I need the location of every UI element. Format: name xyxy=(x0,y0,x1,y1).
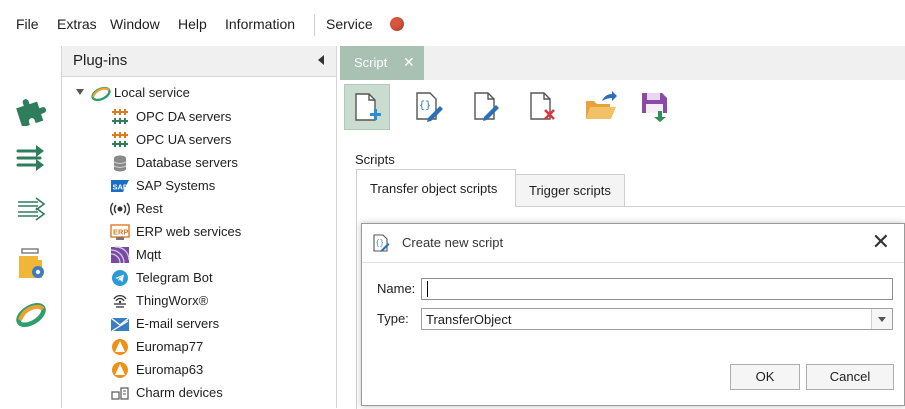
sap-icon: SAP xyxy=(110,177,130,195)
menu-separator xyxy=(314,14,315,36)
opc-ua-icon xyxy=(110,131,130,149)
svg-text:SAP: SAP xyxy=(113,183,128,192)
tree-item-label: ThingWorx® xyxy=(136,293,209,308)
tree-item-label: Telegram Bot xyxy=(136,270,213,285)
type-label: Type: xyxy=(377,311,409,326)
tree-item-label: SAP Systems xyxy=(136,178,216,193)
puzzle-icon[interactable] xyxy=(14,92,48,128)
cancel-button[interactable]: Cancel xyxy=(806,364,894,390)
new-script-icon xyxy=(355,93,381,121)
tree-item-label: Database servers xyxy=(136,155,238,170)
telegram-icon xyxy=(110,269,130,287)
svg-text:ERP: ERP xyxy=(113,228,128,237)
tree-item-label: Mqtt xyxy=(136,247,162,262)
script-code-icon: {} xyxy=(372,234,390,252)
new-script-button[interactable] xyxy=(344,84,390,130)
name-input[interactable] xyxy=(421,278,893,300)
ok-button[interactable]: OK xyxy=(730,364,800,390)
charm-icon xyxy=(110,384,130,402)
dialog-title: Create new script xyxy=(402,235,504,250)
text-caret xyxy=(427,281,428,297)
tree-item-label: Euromap77 xyxy=(136,339,204,354)
menu-service[interactable]: Service xyxy=(326,16,373,32)
edit-script-icon xyxy=(474,92,499,121)
create-new-script-dialog: {} Create new script ✕ Name: Type: Trans… xyxy=(361,223,905,406)
server-settings-icon[interactable] xyxy=(14,246,48,280)
tab-script[interactable]: Script ✕ xyxy=(340,46,424,80)
tree-item-label: Charm devices xyxy=(136,385,223,400)
chevron-down-icon[interactable] xyxy=(871,309,892,329)
menu-information[interactable]: Information xyxy=(225,16,295,32)
type-select[interactable]: TransferObject xyxy=(421,308,893,330)
delete-script-button[interactable] xyxy=(520,84,566,130)
svg-text:{}: {} xyxy=(376,240,384,248)
scripts-label: Scripts xyxy=(355,152,395,167)
plugins-pane-title: Plug-ins xyxy=(73,52,128,69)
save-button[interactable] xyxy=(632,84,678,130)
mqtt-icon xyxy=(110,246,130,264)
expand-arrow-icon[interactable] xyxy=(76,89,84,95)
menu-extras[interactable]: Extras xyxy=(57,16,97,32)
name-label: Name: xyxy=(377,281,416,296)
tree-item-label: Rest xyxy=(136,201,163,216)
dialog-title-bar: {} Create new script ✕ xyxy=(362,224,904,263)
thingworx-icon xyxy=(110,292,130,310)
menu-file[interactable]: File xyxy=(16,16,39,32)
plugins-pane: Plug-ins Local service OPC DA servers OP… xyxy=(61,46,337,408)
close-icon[interactable]: ✕ xyxy=(872,230,890,254)
edit-script-code-button[interactable]: {} xyxy=(406,84,452,130)
document-tab-bar: Script ✕ xyxy=(340,46,905,81)
euromap-icon xyxy=(110,361,130,379)
tab-trigger-scripts[interactable]: Trigger scripts xyxy=(515,174,625,207)
tree-item-label: OPC DA servers xyxy=(136,109,232,124)
email-icon xyxy=(110,315,130,333)
delete-script-icon xyxy=(530,92,555,120)
tree-item-label: OPC UA servers xyxy=(136,132,232,147)
type-select-value: TransferObject xyxy=(426,312,512,327)
side-icon-strip xyxy=(0,46,60,408)
menu-bar: File Extras Window Help Information Serv… xyxy=(0,0,905,46)
tab-transfer-object-scripts[interactable]: Transfer object scripts xyxy=(356,169,516,207)
transfer-arrows-icon[interactable] xyxy=(14,142,48,176)
ring-logo-icon[interactable] xyxy=(14,298,48,332)
tree-item-label: Euromap63 xyxy=(136,362,204,377)
tree-item-label: E-mail servers xyxy=(136,316,220,331)
erp-icon: ERP xyxy=(110,223,130,241)
tree-item-label: ERP web services xyxy=(136,224,242,239)
euromap-icon xyxy=(110,338,130,356)
database-icon xyxy=(110,154,130,172)
transfer-outline-arrows-icon[interactable] xyxy=(14,194,48,228)
svg-text:{}: {} xyxy=(419,100,431,112)
local-service-icon xyxy=(90,84,112,102)
edit-script-button[interactable] xyxy=(464,84,510,130)
open-folder-icon xyxy=(586,91,617,119)
opc-da-icon xyxy=(110,108,130,126)
service-status-icon[interactable] xyxy=(390,17,404,31)
tab-label: Transfer object scripts xyxy=(370,181,498,196)
rest-icon xyxy=(110,200,130,218)
menu-help[interactable]: Help xyxy=(178,16,207,32)
plugins-pane-header: Plug-ins xyxy=(62,46,336,77)
edit-script-code-icon: {} xyxy=(416,92,443,122)
tab-label: Trigger scripts xyxy=(529,183,611,198)
tree-root-label: Local service xyxy=(114,85,190,100)
menu-window[interactable]: Window xyxy=(110,16,160,32)
open-folder-button[interactable] xyxy=(576,84,622,130)
collapse-pane-icon[interactable] xyxy=(318,55,324,65)
save-download-icon xyxy=(642,93,667,122)
close-tab-icon[interactable]: ✕ xyxy=(403,54,415,71)
script-toolbar: {} xyxy=(340,80,905,136)
tab-script-label: Script xyxy=(354,55,388,70)
